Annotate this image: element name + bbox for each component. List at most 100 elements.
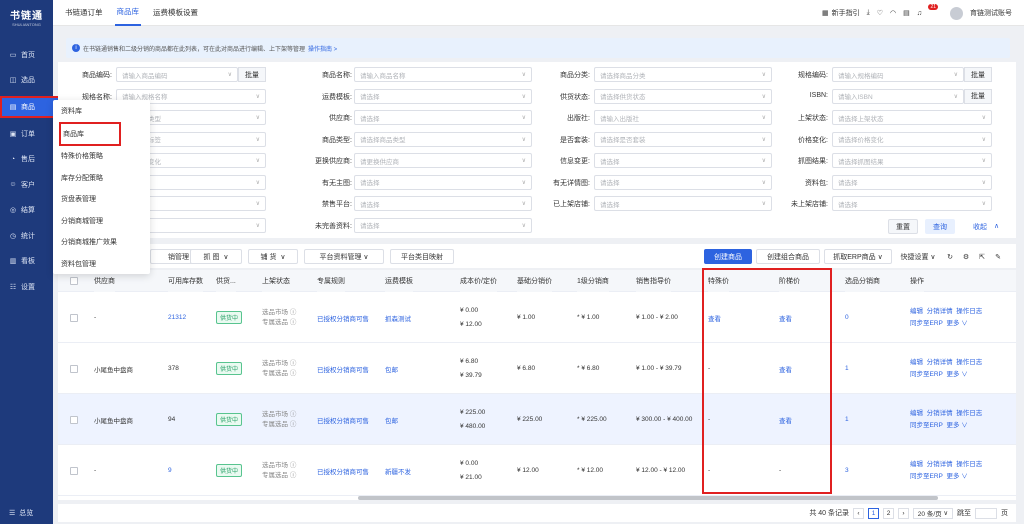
reset-button[interactable]: 重置: [888, 219, 918, 234]
column-header[interactable]: 销售指导价: [636, 270, 671, 292]
filter-input[interactable]: 请选择抓图结果 ∨: [832, 153, 992, 168]
sidebar-item-settle[interactable]: ◎ 结算: [0, 198, 53, 224]
exclusive-rule-link[interactable]: 已授权分销商可售: [317, 445, 369, 496]
filter-input[interactable]: 请选择∨: [594, 196, 772, 211]
filter-input[interactable]: 请选择商品类型 ∨: [354, 131, 532, 147]
jump-input[interactable]: [975, 507, 997, 519]
collapse-button[interactable]: 收起: [966, 219, 994, 234]
row-checkbox[interactable]: [70, 364, 78, 373]
filter-input[interactable]: 请选择供货状态 ∨: [594, 88, 772, 104]
sidebar-item-select[interactable]: ◫ 选品: [0, 68, 53, 94]
sidebar-overview[interactable]: ☰ 总览: [9, 508, 33, 518]
menu-item-pallet[interactable]: 货盘表管理: [53, 189, 150, 211]
menu-item-stock-strategy[interactable]: 库存分配策略: [53, 167, 150, 189]
export-icon[interactable]: ⇱: [976, 249, 988, 264]
column-header[interactable]: 上架状态: [262, 270, 290, 292]
operations-cell[interactable]: 编辑 分销详情 操作日志 同步至ERP 更多 ∨: [910, 343, 982, 394]
operations-cell[interactable]: 编辑 分销详情 操作日志 同步至ERP 更多 ∨: [910, 292, 982, 343]
filter-input[interactable]: 请选择∨: [354, 217, 532, 233]
batch-button[interactable]: 批量: [964, 67, 992, 82]
column-header[interactable]: 供货...: [216, 270, 236, 292]
column-header[interactable]: 1级分销商: [577, 270, 609, 292]
quick-settings-button[interactable]: 快捷设置 ∨: [896, 249, 940, 264]
heart-icon[interactable]: ♡: [877, 9, 883, 17]
pick-distributor-link[interactable]: 3: [845, 445, 849, 496]
account-name[interactable]: 育链测试账号: [970, 8, 1012, 18]
menu-item-package[interactable]: 资料包管理: [53, 253, 150, 275]
select-all-checkbox[interactable]: [70, 277, 78, 285]
exclusive-rule-link[interactable]: 已授权分销商可售: [317, 292, 369, 343]
create-goods-button[interactable]: 创建商品: [704, 249, 752, 264]
filter-input[interactable]: 请输入ISBN ∨: [832, 88, 964, 104]
column-header[interactable]: 成本价/定价: [460, 270, 497, 292]
filter-input[interactable]: 请选择∨: [354, 110, 532, 125]
filter-input[interactable]: 请选择∨: [594, 174, 772, 190]
filter-input[interactable]: 请选择∨: [354, 196, 532, 211]
filter-input[interactable]: 请选择价格变化 ∨: [832, 131, 992, 147]
sidebar-item-home[interactable]: ▭ 首页: [0, 42, 53, 68]
tab-orders[interactable]: 书链通订单: [63, 0, 105, 26]
filter-input[interactable]: 请输入规格编码 ∨: [832, 67, 964, 82]
table-row[interactable]: - 9 供货中 选品市场 ⓘ 专属选品 ⓘ 已授权分销商可售 新疆不发 ¥ 0.00 ¥ 21.…: [58, 445, 1016, 496]
freight-template-link[interactable]: 新疆不发: [385, 445, 411, 496]
batch-button[interactable]: 批量: [238, 67, 266, 82]
sidebar-item-board[interactable]: ▥ 看板: [0, 249, 53, 275]
row-checkbox[interactable]: [70, 466, 78, 475]
search-button[interactable]: 查询: [925, 219, 955, 234]
filter-input[interactable]: 请选择∨: [594, 153, 772, 168]
column-header[interactable]: 基础分销价: [517, 270, 552, 292]
batch-button[interactable]: 批量: [964, 88, 992, 104]
pick-distributor-link[interactable]: 0: [845, 292, 849, 343]
prev-page-button[interactable]: ‹: [853, 507, 864, 519]
freight-template-link[interactable]: 抓森测试: [385, 292, 411, 343]
platform-data-button[interactable]: 平台资料管理 ∨: [304, 249, 384, 264]
filter-input[interactable]: 请选择∨: [354, 88, 532, 104]
headset-icon[interactable]: ◠: [890, 9, 896, 17]
guide-doc-link[interactable]: 操作指南 >: [308, 44, 337, 53]
tab-goods-library[interactable]: 商品库: [114, 0, 141, 26]
filter-input[interactable]: 请选择∨: [354, 174, 532, 190]
sidebar-item-settings[interactable]: ☷ 设置: [0, 274, 53, 300]
column-header[interactable]: 操作: [910, 270, 924, 292]
exclusive-rule-link[interactable]: 已授权分销商可售: [317, 343, 369, 394]
filter-input[interactable]: 请更换供应商 ∨: [354, 153, 532, 168]
pick-distributor-link[interactable]: 1: [845, 343, 849, 394]
guide-link[interactable]: ▦ 新手指引: [822, 8, 860, 18]
table-row[interactable]: - 21312 供货中 选品市场 ⓘ 专属选品 ⓘ 已授权分销商可售 抓森测试 ¥ 0.00 ¥…: [58, 292, 1016, 343]
sidebar-item-order[interactable]: ▣ 订单: [0, 121, 53, 147]
column-header[interactable]: 专属规则: [317, 270, 345, 292]
filter-input[interactable]: 请输入商品名称 ∨: [354, 67, 532, 82]
bell-icon[interactable]: ♫: [917, 10, 922, 17]
pick-distributor-link[interactable]: 1: [845, 394, 849, 445]
gear-icon[interactable]: ⚙: [960, 249, 972, 264]
row-checkbox[interactable]: [70, 415, 78, 424]
refresh-icon[interactable]: ↻: [944, 249, 956, 264]
category-mapping-button[interactable]: 平台类目映射: [390, 249, 454, 264]
menu-item-mall-promo[interactable]: 分销商城推广效果: [53, 232, 150, 254]
operations-cell[interactable]: 编辑 分销详情 操作日志 同步至ERP 更多 ∨: [910, 394, 982, 445]
sidebar-item-goods[interactable]: ▤ 商品: [0, 96, 60, 118]
menu-item-goods-library[interactable]: 商品库: [59, 121, 121, 146]
operations-cell[interactable]: 编辑 分销详情 操作日志 同步至ERP 更多 ∨: [910, 445, 982, 496]
gift-icon[interactable]: ▤: [903, 9, 910, 17]
filter-input[interactable]: 请选择商品分类 ∨: [594, 67, 772, 82]
stock-cell[interactable]: 21312: [168, 292, 186, 343]
filter-input[interactable]: 请选择∨: [832, 196, 992, 211]
filter-input[interactable]: 请输入出版社 ∨: [594, 110, 772, 125]
create-combo-button[interactable]: 创建组合商品: [756, 249, 820, 264]
filter-input[interactable]: 请选择∨: [832, 174, 992, 190]
freight-template-link[interactable]: 包邮: [385, 394, 398, 445]
exclusive-rule-link[interactable]: 已授权分销商可售: [317, 394, 369, 445]
filter-input[interactable]: 请选择上架状态 ∨: [832, 110, 992, 125]
table-row[interactable]: 小尾鱼中盘商 94 供货中 选品市场 ⓘ 专属选品 ⓘ 已授权分销商可售 包邮 ¥ 225.0…: [58, 394, 1016, 445]
stock-cell[interactable]: 9: [168, 445, 172, 496]
page-2[interactable]: 2: [883, 507, 894, 519]
avatar[interactable]: [950, 6, 963, 20]
column-header[interactable]: 可用库存数: [168, 270, 203, 292]
sidebar-item-aftersale[interactable]: ◔ 售后: [0, 147, 53, 173]
fetch-erp-button[interactable]: 抓取ERP商品 ∨: [824, 249, 892, 264]
page-1[interactable]: 1: [868, 507, 879, 519]
next-page-button[interactable]: ›: [898, 507, 909, 519]
distribute-button[interactable]: 铺 货 ∨: [248, 249, 298, 264]
menu-item-mall[interactable]: 分销商城管理: [53, 210, 150, 232]
